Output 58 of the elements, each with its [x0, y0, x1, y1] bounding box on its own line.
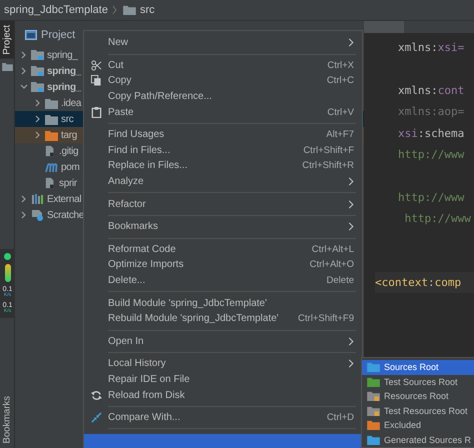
code-line: http://www — [404, 211, 472, 227]
code-line: xmlns:cont — [398, 82, 466, 98]
menu-label: Repair IDE on File — [108, 374, 190, 385]
menu-label: Local History — [108, 358, 166, 370]
code-line: xmlns:aop= — [398, 104, 466, 120]
menu-label: Rebuild Module 'spring_JdbcTemplate' — [108, 313, 279, 324]
shortcut-label: Ctrl+Alt+O — [310, 259, 354, 270]
menu-label: Test Sources Root — [384, 376, 458, 387]
menu-label: Build Module 'spring_JdbcTemplate' — [108, 298, 267, 309]
menu-label: Reload from Disk — [108, 390, 185, 401]
code-line: xmlns:xsi= — [398, 40, 466, 56]
code-line: <context:comp — [375, 274, 462, 290]
menu-label: Bookmarks — [108, 221, 158, 232]
menu-label: Reformat Code — [108, 244, 176, 255]
menu-label: Compare With... — [108, 412, 180, 424]
shortcut-label: Ctrl+C — [326, 75, 354, 86]
tree-label: Scratche — [47, 210, 84, 220]
tree-label: sprir — [59, 178, 77, 188]
menu-label: Paste — [108, 106, 134, 118]
panel-title: Project — [41, 29, 76, 41]
shortcut-label: Ctrl+D — [326, 412, 354, 424]
tree-label: spring_ — [47, 50, 78, 60]
menu-label: Sources Root — [384, 362, 439, 372]
tree-label: pom — [61, 162, 80, 172]
code-line: http://www — [398, 190, 466, 206]
menu-label: Cut — [108, 60, 124, 71]
menu-label: Refactor — [108, 198, 146, 210]
tree-label: External — [47, 194, 82, 204]
shortcut-label: Alt+F7 — [326, 129, 354, 140]
menu-label: Replace in Files... — [108, 160, 188, 172]
tree-label: src — [61, 114, 74, 124]
menu-label: Generated Sources R — [384, 434, 472, 445]
code-line: xsi:schema — [398, 126, 466, 142]
tree-label: spring_ — [47, 82, 82, 92]
code-line: http://www — [398, 147, 466, 163]
shortcut-label: Ctrl+Alt+L — [312, 244, 354, 255]
tree-label: .idea — [61, 98, 82, 108]
menu-label: Delete... — [108, 275, 146, 286]
tree-label: .gitig — [59, 146, 78, 156]
shortcut-label: Ctrl+Shift+F — [303, 144, 354, 156]
shortcut-label: Ctrl+Shift+F9 — [298, 313, 354, 324]
menu-label: New — [108, 37, 128, 48]
menu-label: Resources Root — [384, 391, 449, 402]
menu-label: Excluded — [384, 420, 422, 430]
tree-label: targ — [61, 130, 78, 140]
menu-label: Test Resources Root — [384, 406, 468, 416]
menu-label: Analyze — [108, 176, 144, 188]
shortcut-label: Ctrl+Shift+R — [302, 160, 354, 172]
menu-label: Open In — [108, 336, 144, 347]
menu-label: Find in Files... — [108, 144, 170, 156]
shortcut-label: Delete — [326, 275, 354, 286]
tree-label: spring_ — [47, 66, 82, 76]
menu-label: Copy Path/Reference... — [108, 91, 212, 102]
menu-label: Optimize Imports — [108, 259, 184, 270]
shortcut-label: Ctrl+X — [327, 60, 354, 71]
menu-label: Find Usages — [108, 129, 164, 140]
shortcut-label: Ctrl+V — [327, 106, 354, 118]
menu-label: Copy — [108, 75, 132, 86]
